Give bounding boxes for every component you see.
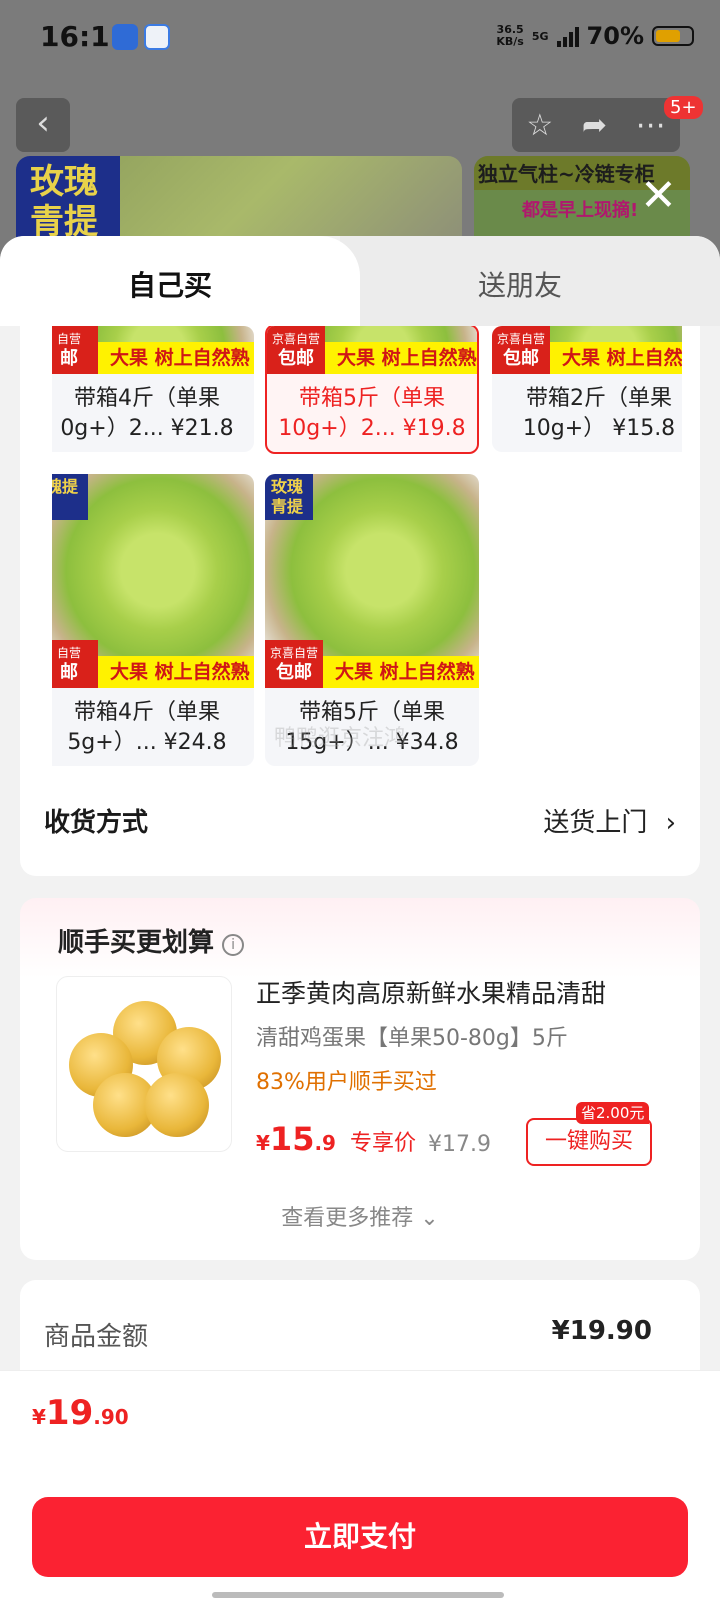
spec-selection-card: 自营邮 大果 树上自然熟 带箱4斤（单果 0g+）2... ¥21.8 京喜自营包…: [20, 326, 700, 876]
fresh-picked-text: 都是早上现摘!: [522, 200, 639, 221]
original-price: ¥17.9: [428, 1132, 491, 1157]
shipping-method-row[interactable]: 收货方式 送货上门 ›: [44, 800, 676, 840]
home-indicator[interactable]: [212, 1592, 504, 1598]
product-seal: 瑰提: [52, 474, 88, 520]
spec-option-selected[interactable]: 京喜自营 包邮 大果 树上自然熟 带箱5斤（单果 10g+）2... ¥19.8: [265, 326, 479, 454]
promo-banner: 大果 树上自然熟: [98, 656, 254, 688]
status-indicators: 36.5 KB/s 5G 70%: [496, 22, 694, 50]
shipping-tag: 京喜自营 包邮: [265, 640, 323, 688]
product-seal: 玫瑰青提: [265, 474, 313, 520]
shipping-method-value: 送货上门 ›: [543, 808, 676, 838]
tab-label: 送朋友: [478, 269, 563, 302]
info-icon[interactable]: i: [222, 934, 245, 956]
background-product-page: 16:11 36.5 KB/s 5G 70% ‹ ☆ ➦ ⋯ 5+ 玫瑰青提 独…: [0, 0, 720, 260]
subtotal-label: 商品金额: [44, 1322, 149, 1352]
battery-icon: [652, 26, 694, 46]
subtotal-value: ¥19.90: [551, 1316, 652, 1346]
back-button[interactable]: ‹: [16, 98, 70, 152]
product-title[interactable]: 正季黄肉高原新鲜水果精品清甜: [256, 974, 606, 1010]
product-thumbnail[interactable]: [56, 976, 232, 1152]
notification-badge: 5+: [664, 96, 703, 119]
spec-option-image: 自营邮 大果 树上自然熟: [52, 326, 254, 374]
tab-gift-friend[interactable]: 送朋友: [340, 236, 720, 326]
tab-label: 自己买: [128, 269, 213, 302]
spec-option-image: 京喜自营包邮 大果 树上自然熟: [267, 326, 477, 374]
network-speed: 36.5 KB/s: [496, 23, 524, 48]
product-spec: 清甜鸡蛋果【单果50-80g】5斤: [256, 1026, 568, 1051]
spec-option-caption: 带箱4斤（单果 0g+）2... ¥21.8: [60, 386, 234, 441]
signal-icon: [556, 25, 579, 47]
tab-buy-self[interactable]: 自己买: [0, 236, 360, 326]
close-icon[interactable]: ✕: [640, 174, 677, 218]
battery-percent: 70%: [586, 22, 644, 50]
total-price: ¥19.90: [32, 1393, 129, 1433]
spec-option-caption: 带箱2斤（单果 10g+） ¥15.8: [522, 386, 676, 441]
spec-option-image: 京喜自营包邮 大果 树上自然熟: [492, 326, 682, 374]
more-recommendations-link[interactable]: 查看更多推荐 ⌄: [20, 1200, 700, 1232]
bought-stat: 83%用户顺手买过: [256, 1070, 437, 1095]
checkout-footer: ¥19.90 立即支付: [0, 1370, 720, 1600]
recommendation-card: 顺手买更划算 i 正季黄肉高原新鲜水果精品清甜 清甜鸡蛋果【单果50-80g】5斤…: [20, 898, 700, 1260]
pay-now-button[interactable]: 立即支付: [32, 1497, 688, 1577]
spec-option[interactable]: 瑰提 自营邮 大果 树上自然熟 带箱4斤（单果 5g+）... ¥24.8: [52, 474, 254, 766]
shipping-tag: 自营邮: [52, 326, 98, 374]
chevron-right-icon: ›: [665, 808, 676, 838]
savings-badge: 省2.00元: [576, 1102, 650, 1124]
more-options-icon[interactable]: ⋯: [636, 108, 666, 143]
favorite-star-icon[interactable]: ☆: [526, 108, 553, 143]
watermark: 鸭鸭逛京注鸿: [274, 726, 407, 751]
exclusive-price: ¥15.9 专享价: [256, 1120, 416, 1158]
one-click-buy-button[interactable]: 一键购买: [526, 1118, 652, 1166]
hotspot-app-icon: [112, 24, 138, 50]
network-type: 5G: [531, 29, 549, 43]
purchase-tabs: 送朋友 自己买: [0, 236, 720, 326]
spec-option-caption: 带箱4斤（单果 5g+）... ¥24.8: [67, 700, 227, 755]
recommendation-title: 顺手买更划算 i: [58, 922, 245, 959]
share-icon[interactable]: ➦: [582, 108, 607, 143]
spec-option-caption: 带箱5斤（单果 10g+）2... ¥19.8: [278, 386, 466, 441]
top-action-bar: ☆ ➦ ⋯: [512, 98, 680, 152]
promo-banner: 大果 树上自然熟: [98, 342, 254, 374]
promo-banner: 大果 树上自然熟: [550, 342, 682, 374]
spec-option-image: 瑰提 自营邮 大果 树上自然熟: [52, 474, 254, 688]
app-notification-icon: [144, 24, 170, 50]
spec-option-image: 玫瑰青提 京喜自营 包邮 大果 树上自然熟: [265, 474, 479, 688]
spec-option[interactable]: 京喜自营包邮 大果 树上自然熟 带箱2斤（单果10g+） ¥15.8: [492, 326, 682, 452]
shipping-tag: 京喜自营 包邮: [492, 326, 550, 374]
promo-banner: 大果 树上自然熟: [325, 342, 477, 374]
shipping-tag: 自营邮: [52, 640, 98, 688]
promo-banner: 大果 树上自然熟: [323, 656, 479, 688]
shipping-tag: 京喜自营 包邮: [267, 326, 325, 374]
status-bar: 16:11 36.5 KB/s 5G 70%: [0, 0, 720, 76]
chevron-left-icon: ‹: [36, 103, 50, 143]
fruit-image: [145, 1073, 209, 1137]
spec-options-grid: 自营邮 大果 树上自然熟 带箱4斤（单果 0g+）2... ¥21.8 京喜自营包…: [52, 326, 682, 772]
shipping-method-label: 收货方式: [44, 808, 149, 838]
spec-option[interactable]: 自营邮 大果 树上自然熟 带箱4斤（单果 0g+）2... ¥21.8: [52, 326, 254, 452]
product-seal: 玫瑰青提: [16, 156, 120, 246]
